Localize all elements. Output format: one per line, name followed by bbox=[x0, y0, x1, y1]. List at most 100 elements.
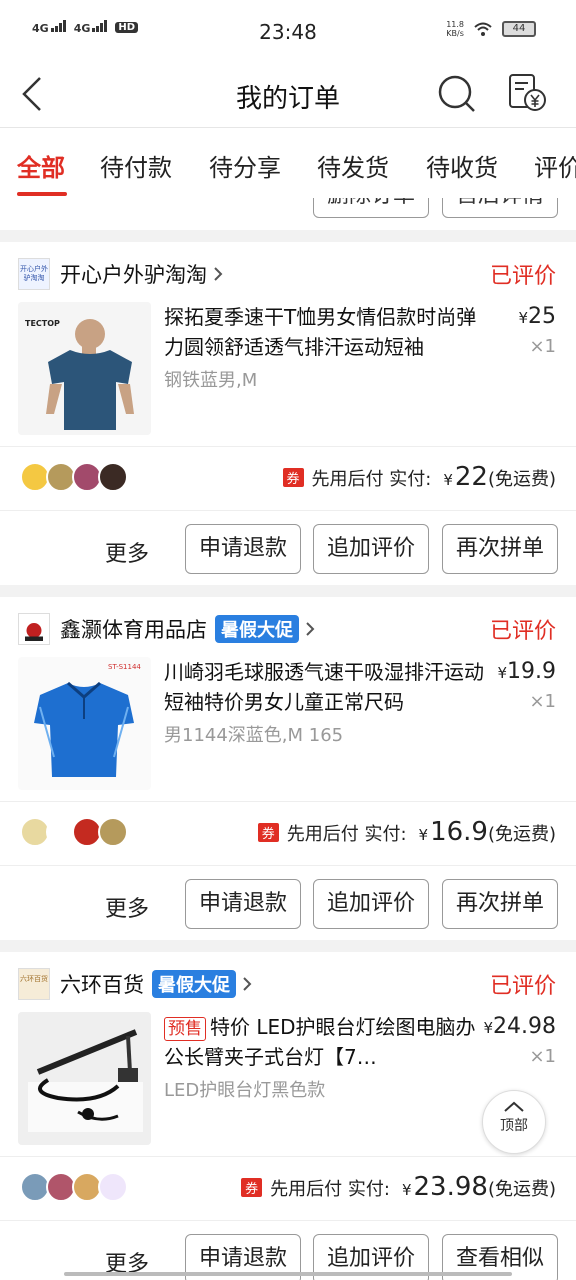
shop-name[interactable]: 六环百货 bbox=[60, 969, 144, 999]
tab-pending-payment[interactable]: 待付款 bbox=[100, 148, 172, 183]
after-sale-detail-button[interactable]: 售后详情 bbox=[442, 198, 558, 218]
unit-price: ¥25 bbox=[518, 304, 556, 329]
product-title[interactable]: 预售 特价 LED护眼台灯绘图电脑办公长臂夹子式台灯【7… bbox=[164, 1012, 494, 1072]
order-card-previous: 删除订单 售后详情 bbox=[0, 198, 576, 230]
product-image[interactable]: ST-S1144 bbox=[18, 657, 151, 790]
unit-price: ¥24.98 bbox=[483, 1014, 556, 1039]
nav-bar: 我的订单 bbox=[0, 62, 576, 128]
payment-summary: 券 先用后付 实付: ¥ 16.9 (免运费) bbox=[257, 817, 556, 847]
product-code: ST-S1144 bbox=[108, 663, 141, 671]
product-title[interactable]: 探拓夏季速干T恤男女情侣款时尚弹力圆领舒适透气排汗运动短袖 bbox=[164, 302, 494, 362]
delete-order-button[interactable]: 删除订单 bbox=[313, 198, 429, 218]
avatar bbox=[98, 1172, 128, 1202]
payment-summary: 券 先用后付 实付: ¥ 22 (免运费) bbox=[282, 462, 556, 492]
quantity: ×1 bbox=[529, 1046, 556, 1067]
currency-symbol: ¥ bbox=[401, 1181, 412, 1199]
shipping-note: (免运费) bbox=[487, 469, 556, 490]
add-review-button[interactable]: 追加评价 bbox=[313, 524, 429, 574]
shop-header[interactable]: 鑫灏体育用品店 暑假大促 bbox=[18, 611, 558, 647]
product-title[interactable]: 川崎羽毛球服透气速干吸湿排汗运动短袖特价男女儿童正常尺码 bbox=[164, 657, 494, 717]
shop-logo: 六环百货 bbox=[18, 968, 50, 1000]
polo-shirt-image: ST-S1144 bbox=[18, 657, 151, 790]
page-title: 我的订单 bbox=[235, 84, 340, 114]
product-spec: LED护眼台灯黑色款 bbox=[164, 1080, 326, 1101]
back-to-top-button[interactable]: 顶部 bbox=[482, 1090, 546, 1154]
product-spec: 男1144深蓝色,M 165 bbox=[164, 725, 344, 746]
tab-pending-share[interactable]: 待分享 bbox=[209, 148, 281, 183]
currency-symbol: ¥ bbox=[418, 826, 429, 844]
search-icon[interactable] bbox=[437, 74, 477, 114]
avatar bbox=[98, 817, 128, 847]
chevron-right-icon bbox=[306, 622, 315, 636]
divider bbox=[0, 1220, 576, 1221]
shop-logo: 开心户外驴淘淘 bbox=[18, 258, 50, 290]
group-avatars bbox=[20, 817, 128, 847]
presale-tag: 预售 bbox=[164, 1017, 206, 1041]
network-speed: 11.8 KB/s bbox=[446, 20, 464, 38]
order-status: 已评价 bbox=[489, 264, 556, 289]
product-title-text: 特价 LED护眼台灯绘图电脑办公长臂夹子式台灯【7… bbox=[164, 1015, 476, 1069]
refund-button[interactable]: 申请退款 bbox=[185, 879, 301, 929]
chevron-right-icon bbox=[214, 267, 223, 281]
shop-header[interactable]: 六环百货 六环百货 暑假大促 bbox=[18, 966, 558, 1002]
tshirt-model-image: TECTOP bbox=[18, 302, 151, 435]
tab-review[interactable]: 评价 bbox=[534, 148, 576, 183]
shipping-note: (免运费) bbox=[487, 824, 556, 845]
group-avatars bbox=[20, 462, 128, 492]
desk-lamp-image bbox=[18, 1012, 151, 1145]
paid-amount: 16.9 bbox=[430, 817, 488, 847]
payment-summary: 券 先用后付 实付: ¥ 23.98 (免运费) bbox=[241, 1172, 556, 1202]
shop-name[interactable]: 鑫灏体育用品店 bbox=[60, 614, 207, 644]
svg-text:TECTOP: TECTOP bbox=[25, 319, 60, 328]
chevron-right-icon bbox=[243, 977, 252, 991]
divider bbox=[0, 801, 576, 802]
product-spec: 钢铁蓝男,M bbox=[164, 370, 258, 391]
order-card: 鑫灏体育用品店 暑假大促 已评价 ST-S1144 川崎羽毛球服透气速干吸湿排汗… bbox=[0, 597, 576, 940]
divider bbox=[0, 865, 576, 866]
group-avatars bbox=[20, 1172, 128, 1202]
chevron-up-icon bbox=[504, 1101, 524, 1112]
promo-badge: 暑假大促 bbox=[152, 970, 236, 998]
status-bar: 4G 4G HD 23:48 11.8 KB/s 44 bbox=[0, 0, 576, 62]
bill-icon[interactable] bbox=[506, 72, 548, 114]
back-to-top-label: 顶部 bbox=[500, 1118, 528, 1134]
product-image[interactable]: TECTOP bbox=[18, 302, 151, 435]
order-status: 已评价 bbox=[489, 619, 556, 644]
divider bbox=[0, 1156, 576, 1157]
product-image[interactable] bbox=[18, 1012, 151, 1145]
active-tab-indicator bbox=[17, 192, 67, 196]
tab-pending-ship[interactable]: 待发货 bbox=[317, 148, 389, 183]
shop-logo bbox=[18, 613, 50, 645]
divider bbox=[0, 510, 576, 511]
avatar bbox=[98, 462, 128, 492]
reorder-button[interactable]: 再次拼单 bbox=[442, 879, 558, 929]
promo-badge: 暑假大促 bbox=[215, 615, 299, 643]
refund-button[interactable]: 申请退款 bbox=[185, 524, 301, 574]
shop-header[interactable]: 开心户外驴淘淘 开心户外驴淘淘 bbox=[18, 256, 558, 292]
more-button[interactable]: 更多 bbox=[105, 536, 149, 568]
coupon-icon: 券 bbox=[282, 468, 304, 487]
home-indicator[interactable] bbox=[64, 1272, 512, 1276]
more-button[interactable]: 更多 bbox=[105, 891, 149, 923]
wifi-icon bbox=[474, 22, 492, 36]
currency-symbol: ¥ bbox=[443, 471, 453, 489]
order-tabs: 全部 待付款 待分享 待发货 待收货 评价 bbox=[0, 128, 576, 198]
coupon-icon: 券 bbox=[241, 1178, 263, 1197]
reorder-button[interactable]: 再次拼单 bbox=[442, 524, 558, 574]
tab-pending-receive[interactable]: 待收货 bbox=[426, 148, 498, 183]
paid-amount: 23.98 bbox=[413, 1172, 488, 1202]
paid-amount: 22 bbox=[454, 462, 488, 492]
order-status: 已评价 bbox=[489, 974, 556, 999]
shop-name[interactable]: 开心户外驴淘淘 bbox=[60, 259, 207, 289]
payment-label: 先用后付 实付: bbox=[286, 824, 407, 845]
battery-icon: 44 bbox=[502, 21, 536, 37]
payment-label: 先用后付 实付: bbox=[311, 469, 432, 490]
order-card: 开心户外驴淘淘 开心户外驴淘淘 已评价 TECTOP 探拓夏季速干T恤男女情侣款… bbox=[0, 242, 576, 585]
add-review-button[interactable]: 追加评价 bbox=[313, 879, 429, 929]
tab-all[interactable]: 全部 bbox=[17, 148, 65, 183]
coupon-icon: 券 bbox=[257, 823, 279, 842]
quantity: ×1 bbox=[529, 691, 556, 712]
shipping-note: (免运费) bbox=[487, 1179, 556, 1200]
quantity: ×1 bbox=[529, 336, 556, 357]
unit-price: ¥19.9 bbox=[497, 659, 556, 684]
